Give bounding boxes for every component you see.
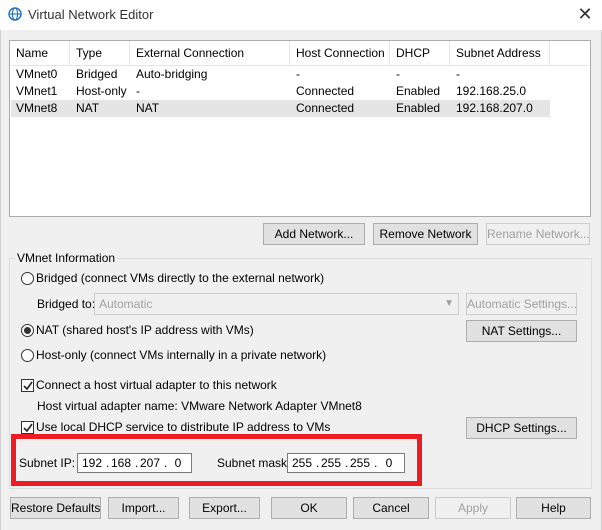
hostonly-radio[interactable] [21,349,34,362]
rename-network-button[interactable]: Rename Network... [486,223,590,245]
highlight-box [11,434,422,486]
cell-type: NAT [76,101,100,115]
dhcp-label[interactable]: Use local DHCP service to distribute IP … [36,420,330,434]
nat-radio[interactable] [21,324,34,337]
close-icon[interactable]: ✕ [574,4,596,24]
help-button[interactable]: Help [516,497,591,519]
list-header: Name Type External Connection Host Conne… [10,41,590,66]
cell-subnet: - [456,67,460,81]
add-network-button[interactable]: Add Network... [263,223,365,245]
hostonly-label[interactable]: Host-only (connect VMs internally in a p… [36,348,326,362]
column-header-dhcp[interactable]: DHCP [390,41,450,66]
connect-adapter-checkbox[interactable] [21,379,34,392]
bridged-to-value: Automatic [99,297,153,311]
column-header-external[interactable]: External Connection [130,41,290,66]
nat-settings-button[interactable]: NAT Settings... [466,320,577,342]
dhcp-settings-button[interactable]: DHCP Settings... [466,417,577,439]
export-button[interactable]: Export... [189,497,260,519]
chevron-down-icon: ▼ [444,298,454,309]
ok-button[interactable]: OK [271,497,347,519]
bridged-to-select[interactable]: Automatic ▼ [94,293,459,315]
table-row[interactable]: VMnet1 Host-only - Connected Enabled 192… [10,83,590,100]
cell-host: Connected [296,101,355,115]
cell-host: - [296,67,300,81]
automatic-settings-button[interactable]: Automatic Settings... [466,293,577,315]
import-button[interactable]: Import... [108,497,179,519]
globe-icon [8,7,22,21]
cell-name: VMnet0 [16,67,58,81]
title-bar: Virtual Network Editor ✕ [0,0,602,30]
nat-label[interactable]: NAT (shared host's IP address with VMs) [36,323,254,337]
column-header-subnet[interactable]: Subnet Address [450,41,550,66]
cell-dhcp: Enabled [396,101,441,115]
adapter-name-label: Host virtual adapter name: VMware Networ… [37,399,362,413]
column-header-name[interactable]: Name [10,41,70,66]
cell-dhcp: Enabled [396,84,441,98]
cell-external: Auto-bridging [136,67,208,81]
bridged-to-label: Bridged to: [37,297,96,311]
cell-name: VMnet8 [16,101,58,115]
cell-type: Host-only [76,84,127,98]
cell-dhcp: - [396,67,400,81]
cell-type: Bridged [76,67,118,81]
column-header-host[interactable]: Host Connection [290,41,390,66]
remove-network-button[interactable]: Remove Network [373,223,478,245]
table-row[interactable]: VMnet0 Bridged Auto-bridging - - - [10,66,590,83]
column-header-type[interactable]: Type [70,41,130,66]
checkmark-icon [23,423,33,433]
apply-button[interactable]: Apply [435,497,511,519]
table-row-selected[interactable]: VMnet8 NAT NAT Connected Enabled 192.168… [11,100,550,117]
cancel-button[interactable]: Cancel [353,497,429,519]
cell-subnet: 192.168.207.0 [456,101,533,115]
cell-external: - [136,84,140,98]
restore-defaults-button[interactable]: Restore Defaults [10,497,101,519]
cell-name: VMnet1 [16,84,58,98]
checkmark-icon [23,381,33,391]
cell-external: NAT [136,101,160,115]
connect-adapter-label[interactable]: Connect a host virtual adapter to this n… [36,378,277,392]
bridged-label[interactable]: Bridged (connect VMs directly to the ext… [36,271,324,285]
bridged-radio[interactable] [21,272,34,285]
dhcp-checkbox[interactable] [21,421,34,434]
network-list[interactable]: Name Type External Connection Host Conne… [9,40,591,217]
window-title: Virtual Network Editor [28,7,154,22]
group-label: VMnet Information [15,251,118,265]
cell-host: Connected [296,84,355,98]
cell-subnet: 192.168.25.0 [456,84,527,98]
